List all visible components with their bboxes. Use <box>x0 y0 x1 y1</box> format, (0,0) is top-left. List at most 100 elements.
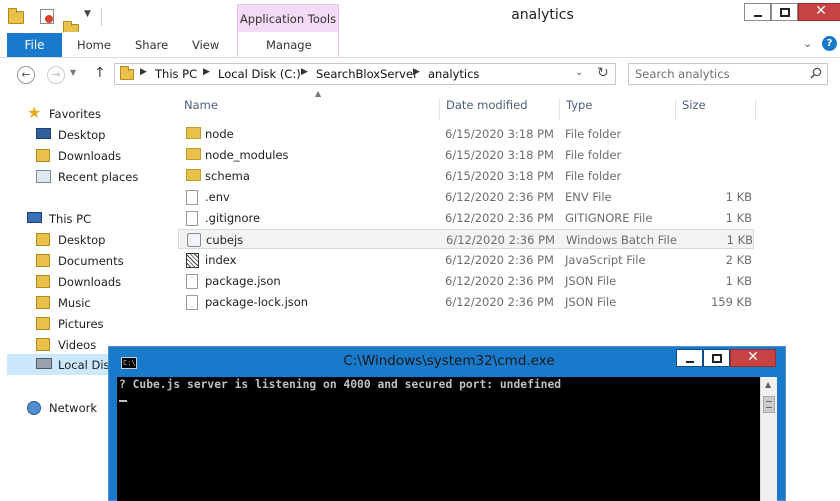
nav-label: Pictures <box>58 317 104 331</box>
search-input[interactable] <box>635 67 805 81</box>
file-row[interactable]: schema 6/15/2020 3:18 PM File folder <box>178 166 754 186</box>
nav-label: Downloads <box>58 275 122 289</box>
address-bar[interactable]: ▶ This PC ▶ Local Disk (C:) ▶ SearchBlox… <box>114 63 616 85</box>
nav-item-pc-desktop[interactable]: Desktop <box>36 230 156 250</box>
nav-label: This PC <box>49 212 92 226</box>
back-button[interactable]: ← <box>17 66 35 84</box>
column-header-date[interactable]: Date modified <box>440 98 560 120</box>
file-name: .env <box>205 190 230 204</box>
minimize-icon <box>686 361 694 363</box>
tab-home[interactable]: Home <box>77 38 111 52</box>
file-row[interactable]: node 6/15/2020 3:18 PM File folder <box>178 124 754 144</box>
nav-label: Documents <box>58 254 124 268</box>
file-row[interactable]: node_modules 6/15/2020 3:18 PM File fold… <box>178 145 754 165</box>
refresh-icon[interactable]: ↻ <box>597 65 609 81</box>
file-row[interactable]: index 6/12/2020 2:36 PM JavaScript File … <box>178 250 754 270</box>
minimize-icon <box>754 15 762 17</box>
file-name: schema <box>205 169 250 183</box>
tab-view[interactable]: View <box>192 38 219 52</box>
js-file-icon <box>186 253 199 268</box>
nav-label: Downloads <box>58 149 122 163</box>
nav-item-music[interactable]: Music <box>36 293 156 313</box>
console-output[interactable]: ? Cube.js server is listening on 4000 an… <box>117 377 760 501</box>
downloads-icon <box>36 149 50 162</box>
minimize-button[interactable] <box>744 3 771 21</box>
breadcrumb-this-pc[interactable]: This PC <box>155 67 197 81</box>
close-button[interactable]: ✕ <box>798 3 840 21</box>
cmd-scrollbar[interactable]: ▲ <box>760 377 777 501</box>
file-name: index <box>205 253 237 267</box>
close-icon: ✕ <box>747 349 759 365</box>
forward-button[interactable]: → <box>47 66 65 84</box>
file-icon <box>186 190 198 205</box>
chevron-right-icon: ▶ <box>301 67 308 77</box>
cmd-minimize-button[interactable] <box>676 349 703 367</box>
nav-item-downloads[interactable]: Downloads <box>36 146 156 166</box>
file-row[interactable]: package.json 6/12/2020 2:36 PM JSON File… <box>178 271 754 291</box>
downloads-icon <box>36 275 50 288</box>
nav-item-recent-places[interactable]: Recent places <box>36 167 156 187</box>
nav-favorites[interactable]: ★ Favorites <box>27 103 157 124</box>
nav-label: Network <box>49 401 98 415</box>
cmd-close-button[interactable]: ✕ <box>730 349 776 367</box>
file-date: 6/15/2020 3:18 PM <box>445 169 554 183</box>
file-name: .gitignore <box>205 211 261 225</box>
up-button[interactable]: ↑ <box>94 65 106 81</box>
recent-locations-icon[interactable]: ▼ <box>70 68 76 77</box>
file-row[interactable]: package-lock.json 6/12/2020 2:36 PM JSON… <box>178 292 754 312</box>
nav-label: Favorites <box>49 107 101 121</box>
chevron-right-icon: ▶ <box>413 67 420 77</box>
search-icon <box>810 67 822 79</box>
column-header-row: ▲ Name Date modified Type Size <box>178 89 758 120</box>
breadcrumb-analytics[interactable]: analytics <box>428 67 479 81</box>
desktop-icon <box>36 128 51 139</box>
maximize-button[interactable] <box>771 3 798 21</box>
scroll-thumb[interactable] <box>763 396 775 413</box>
network-icon <box>27 401 41 415</box>
folder-icon <box>8 8 24 24</box>
tab-manage[interactable]: Manage <box>266 38 312 52</box>
column-header-name[interactable]: Name <box>178 98 440 120</box>
nav-item-pictures[interactable]: Pictures <box>36 314 156 334</box>
help-icon[interactable]: ? <box>822 36 837 51</box>
file-date: 6/12/2020 2:36 PM <box>446 233 555 247</box>
breadcrumb-searchbloxserver[interactable]: SearchBloxServer <box>316 67 418 81</box>
expand-ribbon-icon[interactable]: ⌄ <box>803 37 812 50</box>
folder-icon <box>186 169 201 181</box>
column-header-size[interactable]: Size <box>676 98 756 120</box>
file-row[interactable]: .env 6/12/2020 2:36 PM ENV File 1 KB <box>178 187 754 207</box>
search-field[interactable] <box>628 63 828 85</box>
file-icon <box>186 211 198 226</box>
nav-item-pc-downloads[interactable]: Downloads <box>36 272 156 292</box>
file-type: JSON File <box>565 274 617 288</box>
recent-places-icon <box>36 170 51 183</box>
file-row[interactable]: .gitignore 6/12/2020 2:36 PM GITIGNORE F… <box>178 208 754 228</box>
documents-icon <box>36 254 50 267</box>
file-type: File folder <box>565 169 622 183</box>
file-name: package.json <box>205 274 281 288</box>
properties-icon[interactable] <box>40 9 54 24</box>
chevron-right-icon: ▶ <box>203 67 210 77</box>
file-icon <box>186 295 198 310</box>
cmd-title-bar[interactable]: C:\ C:\Windows\system32\cmd.exe ✕ <box>109 347 785 377</box>
nav-this-pc[interactable]: This PC <box>27 209 157 229</box>
nav-item-documents[interactable]: Documents <box>36 251 156 271</box>
nav-item-desktop[interactable]: Desktop <box>36 125 156 145</box>
address-dropdown-icon[interactable]: ⌄ <box>575 67 583 78</box>
file-row-selected[interactable]: cubejs 6/12/2020 2:36 PM Windows Batch F… <box>178 229 754 249</box>
star-icon: ★ <box>27 103 42 122</box>
file-icon <box>186 274 198 289</box>
quick-access-dropdown-icon[interactable]: ▼ <box>84 9 91 25</box>
file-type: Windows Batch File <box>566 233 677 247</box>
breadcrumb-local-disk[interactable]: Local Disk (C:) <box>218 67 301 81</box>
column-header-type[interactable]: Type <box>560 98 676 120</box>
scroll-up-icon[interactable]: ▲ <box>765 380 771 389</box>
file-name: package-lock.json <box>205 295 309 309</box>
tab-file[interactable]: File <box>7 33 62 57</box>
music-icon <box>36 296 50 309</box>
videos-icon <box>36 338 50 351</box>
nav-label: Videos <box>58 338 97 352</box>
tab-share[interactable]: Share <box>135 38 168 52</box>
cmd-window[interactable]: C:\ C:\Windows\system32\cmd.exe ✕ ? Cube… <box>108 346 786 501</box>
cmd-maximize-button[interactable] <box>703 349 730 367</box>
